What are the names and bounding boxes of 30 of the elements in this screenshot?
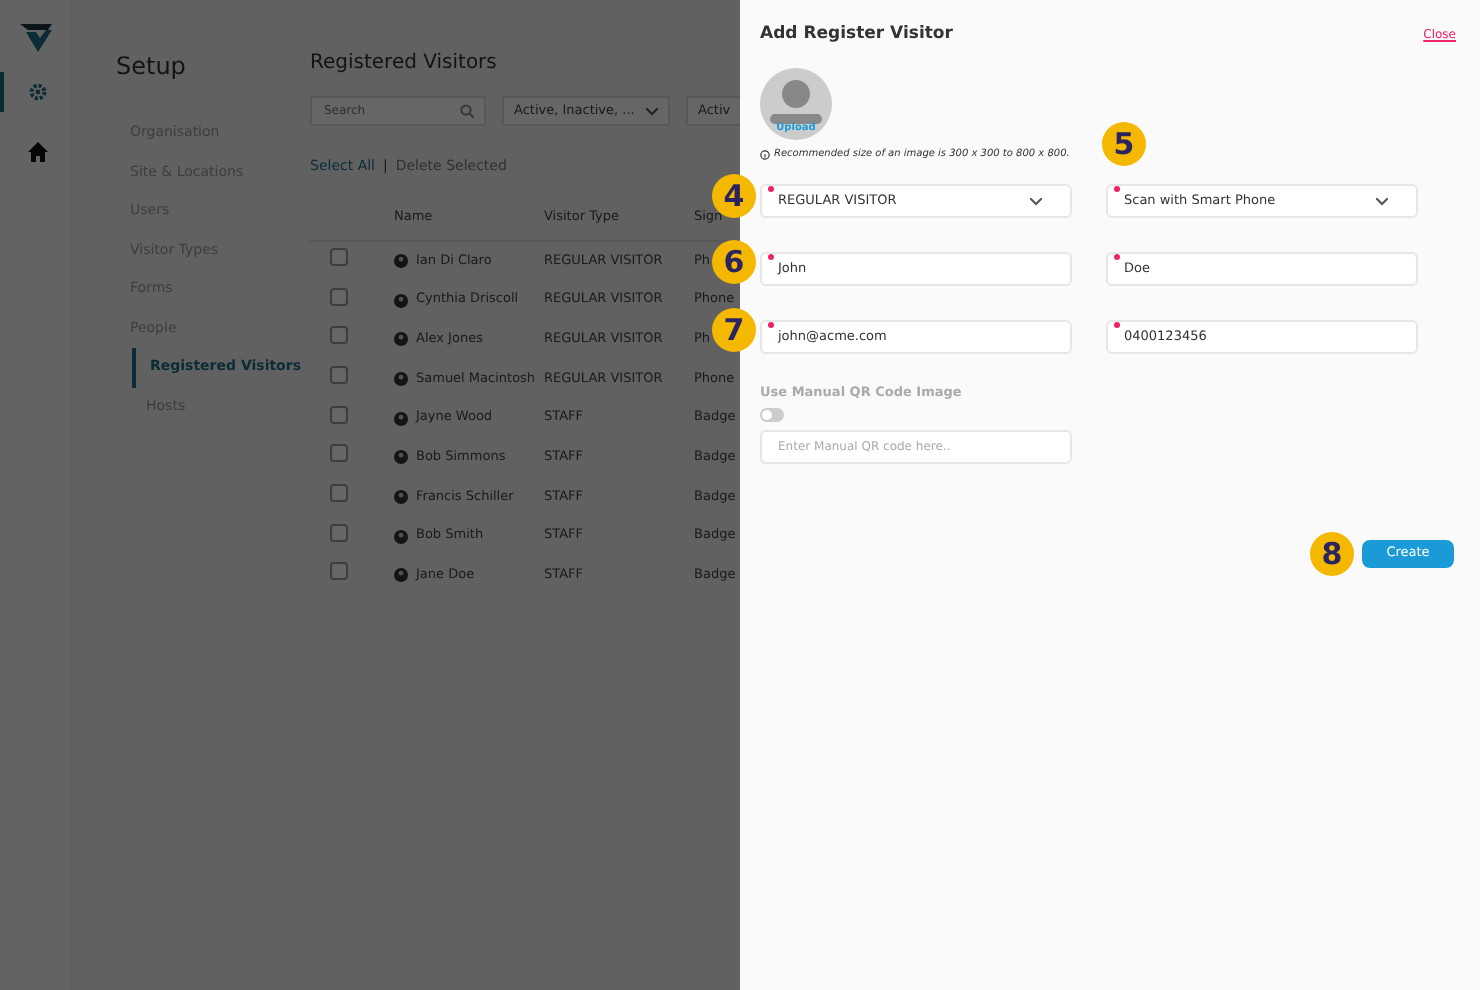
avatar-icon <box>394 529 408 544</box>
home-icon[interactable] <box>27 142 47 162</box>
avatar-icon <box>394 332 408 347</box>
row-checkbox[interactable] <box>330 248 348 267</box>
chevron-icon <box>646 107 659 115</box>
row-checkbox[interactable] <box>330 484 348 503</box>
avatar-icon <box>394 293 408 308</box>
toggle-switch[interactable] <box>760 408 784 422</box>
info-icon <box>760 150 770 160</box>
row-checkbox[interactable] <box>330 287 348 306</box>
row-checkbox[interactable] <box>330 366 348 385</box>
row-checkbox[interactable] <box>330 326 348 345</box>
avatar-icon <box>394 568 408 583</box>
step-number-badge: 7 <box>712 308 756 352</box>
row-checkbox[interactable] <box>330 562 348 581</box>
gear-icon[interactable] <box>27 82 47 102</box>
panel-title: Add Register Visitor <box>760 22 953 48</box>
step-number-badge: 6 <box>712 240 756 284</box>
avatar-icon <box>394 450 408 465</box>
page-title: Setup <box>116 52 188 81</box>
avatar-icon <box>394 411 408 426</box>
row-checkbox[interactable] <box>330 523 348 542</box>
list-title: Registered Visitors <box>310 52 499 76</box>
logo-icon <box>19 24 51 52</box>
row-checkbox[interactable] <box>330 444 348 463</box>
avatar-icon <box>394 489 408 504</box>
search-icon <box>460 104 474 118</box>
avatar-icon <box>394 254 408 269</box>
row-checkbox[interactable] <box>330 405 348 424</box>
avatar-icon <box>394 371 408 386</box>
